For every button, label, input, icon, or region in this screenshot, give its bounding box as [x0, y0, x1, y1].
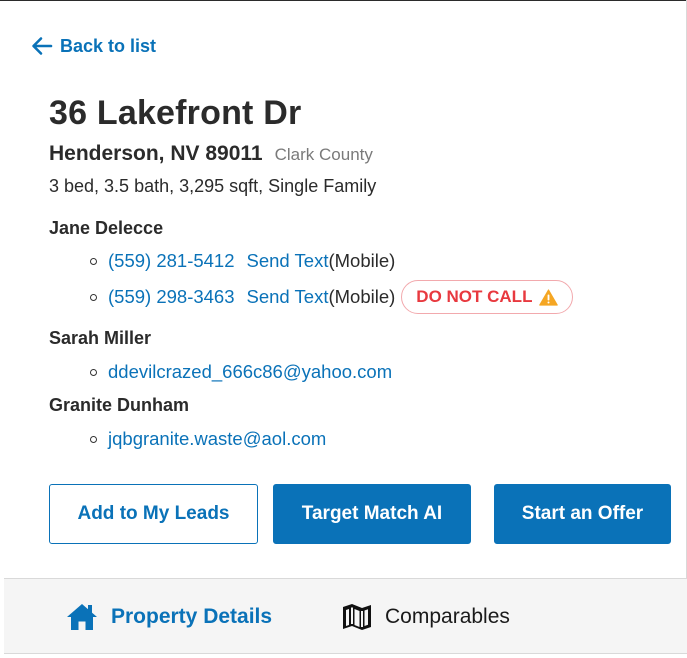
- send-text-link[interactable]: Send Text: [247, 286, 329, 308]
- contact-row: ddevilcrazed_666c86@yahoo.com: [90, 355, 392, 389]
- owner-name: Sarah Miller: [49, 328, 152, 348]
- property-address: 36 Lakefront Dr: [49, 94, 302, 132]
- phone-type: (Mobile): [328, 286, 396, 307]
- map-icon: [343, 604, 371, 630]
- target-match-ai-button[interactable]: Target Match AI: [273, 484, 471, 544]
- tab-bar: Property Details Comparables: [4, 578, 687, 654]
- property-detail-page: Back to list 36 Lakefront Dr Henderson, …: [0, 0, 687, 658]
- contact-row: (559) 298-3463 Send Text (Mobile) DO NOT…: [90, 280, 574, 314]
- bullet-icon: [90, 293, 97, 301]
- city-state-zip: Henderson, NV 89011: [49, 142, 263, 165]
- tab-label: Comparables: [385, 605, 510, 628]
- tab-label: Property Details: [111, 605, 273, 628]
- email-link[interactable]: ddevilcrazed_666c86@yahoo.com: [108, 361, 392, 383]
- owner-name: Jane Delecce: [49, 218, 164, 238]
- phone-type: (Mobile): [328, 250, 396, 271]
- property-facts: 3 bed, 3.5 bath, 3,295 sqft, Single Fami…: [49, 176, 377, 196]
- do-not-call-badge: DO NOT CALL: [401, 280, 574, 314]
- top-border: [0, 0, 687, 1]
- house-icon: [67, 604, 97, 630]
- owner-name: Granite Dunham: [49, 395, 190, 415]
- warning-icon: [539, 288, 559, 306]
- do-not-call-label: DO NOT CALL: [416, 287, 533, 306]
- phone-link[interactable]: (559) 281-5412: [108, 250, 235, 272]
- back-to-list-link[interactable]: Back to list: [30, 33, 156, 59]
- tab-property-details[interactable]: Property Details: [65, 579, 272, 655]
- tab-comparables[interactable]: Comparables: [341, 579, 510, 655]
- bullet-icon: [90, 368, 97, 376]
- bullet-icon: [90, 435, 97, 443]
- back-label: Back to list: [60, 35, 157, 56]
- email-link[interactable]: jqbgranite.waste@aol.com: [108, 428, 326, 450]
- start-offer-button[interactable]: Start an Offer: [494, 484, 671, 544]
- city-line: Henderson, NV 89011 Clark County: [49, 142, 373, 166]
- send-text-link[interactable]: Send Text: [247, 250, 329, 272]
- contact-row: jqbgranite.waste@aol.com: [90, 422, 326, 456]
- bullet-icon: [90, 257, 97, 265]
- county-label: Clark County: [274, 145, 373, 164]
- contact-row: (559) 281-5412 Send Text (Mobile): [90, 244, 395, 278]
- arrow-left-icon: [32, 37, 53, 55]
- phone-link[interactable]: (559) 298-3463: [108, 286, 235, 308]
- add-to-leads-button[interactable]: Add to My Leads: [49, 484, 258, 544]
